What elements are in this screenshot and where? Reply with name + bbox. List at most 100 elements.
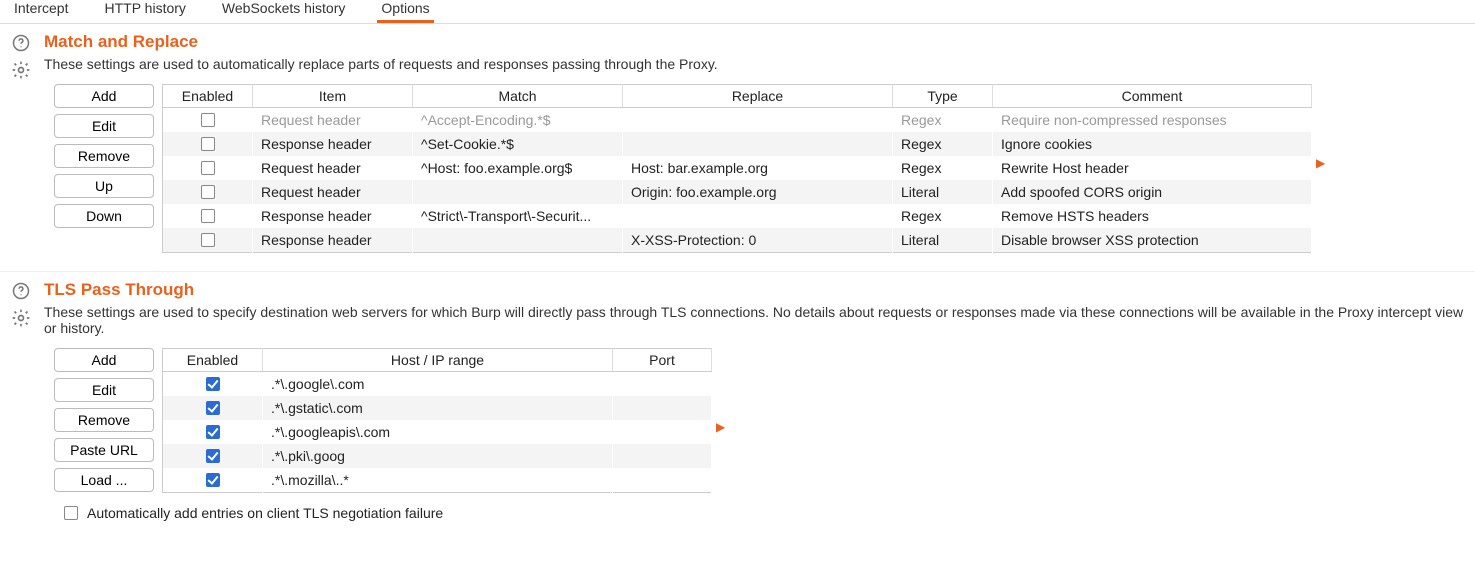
- cell-item: Request header: [253, 156, 413, 180]
- match-replace-buttons: Add Edit Remove Up Down: [54, 84, 154, 228]
- help-icon[interactable]: [12, 282, 30, 300]
- table-row[interactable]: Request header Origin: foo.example.orgLit…: [163, 180, 1312, 204]
- cell-replace: Host: bar.example.org: [623, 156, 893, 180]
- down-button[interactable]: Down: [54, 204, 154, 228]
- enabled-checkbox[interactable]: [206, 377, 220, 391]
- tab-http-history[interactable]: HTTP history: [100, 0, 189, 20]
- table-row[interactable]: .*\.google\.com: [163, 372, 712, 397]
- cell-host: .*\.googleapis\.com: [263, 420, 613, 444]
- cell-type: Regex: [893, 204, 993, 228]
- add-button[interactable]: Add: [54, 348, 154, 372]
- cell-item: Response header: [253, 132, 413, 156]
- cell-port: [613, 444, 712, 468]
- section-description: These settings are used to specify desti…: [44, 304, 1465, 336]
- enabled-checkbox[interactable]: [201, 233, 215, 247]
- enabled-checkbox[interactable]: [201, 209, 215, 223]
- col-replace[interactable]: Replace: [623, 85, 893, 108]
- cell-match: [413, 228, 623, 253]
- section-description: These settings are used to automatically…: [44, 56, 1465, 72]
- cell-item: Response header: [253, 228, 413, 253]
- cell-port: [613, 468, 712, 493]
- enabled-checkbox[interactable]: [206, 473, 220, 487]
- cell-comment: Add spoofed CORS origin: [993, 180, 1312, 204]
- edit-button[interactable]: Edit: [54, 114, 154, 138]
- table-row[interactable]: .*\.mozilla\..*: [163, 468, 712, 493]
- remove-button[interactable]: Remove: [54, 144, 154, 168]
- load-button[interactable]: Load ...: [54, 468, 154, 492]
- col-enabled[interactable]: Enabled: [163, 349, 263, 372]
- cell-host: .*\.google\.com: [263, 372, 613, 397]
- col-type[interactable]: Type: [893, 85, 993, 108]
- tab-websockets-history[interactable]: WebSockets history: [218, 0, 349, 20]
- cell-type: Regex: [893, 108, 993, 133]
- tab-options[interactable]: Options: [377, 0, 433, 23]
- section-title: Match and Replace: [44, 32, 1465, 52]
- cell-port: [613, 372, 712, 397]
- edit-button[interactable]: Edit: [54, 378, 154, 402]
- cell-host: .*\.mozilla\..*: [263, 468, 613, 493]
- table-row[interactable]: Request header^Host: foo.example.org$Hos…: [163, 156, 1312, 180]
- enabled-checkbox[interactable]: [206, 425, 220, 439]
- col-port[interactable]: Port: [613, 349, 712, 372]
- auto-add-checkbox[interactable]: [64, 506, 78, 520]
- table-row[interactable]: .*\.gstatic\.com: [163, 396, 712, 420]
- cell-type: Regex: [893, 132, 993, 156]
- tab-intercept[interactable]: Intercept: [10, 0, 72, 20]
- paste-url-button[interactable]: Paste URL: [54, 438, 154, 462]
- enabled-checkbox[interactable]: [201, 113, 215, 127]
- cell-match: ^Set-Cookie.*$: [413, 132, 623, 156]
- tls-table[interactable]: Enabled Host / IP range Port .*\.google\…: [162, 348, 712, 493]
- cell-port: [613, 396, 712, 420]
- cell-comment: Require non-compressed responses: [993, 108, 1312, 133]
- section-title: TLS Pass Through: [44, 280, 1465, 300]
- cell-host: .*\.gstatic\.com: [263, 396, 613, 420]
- auto-add-label[interactable]: Automatically add entries on client TLS …: [87, 505, 443, 521]
- remove-button[interactable]: Remove: [54, 408, 154, 432]
- col-match[interactable]: Match: [413, 85, 623, 108]
- up-button[interactable]: Up: [54, 174, 154, 198]
- table-row[interactable]: Response header^Strict\-Transport\-Secur…: [163, 204, 1312, 228]
- cell-type: Regex: [893, 156, 993, 180]
- cell-match: ^Strict\-Transport\-Securit...: [413, 204, 623, 228]
- help-icon[interactable]: [12, 34, 30, 52]
- cell-replace: Origin: foo.example.org: [623, 180, 893, 204]
- col-item[interactable]: Item: [253, 85, 413, 108]
- enabled-checkbox[interactable]: [206, 401, 220, 415]
- cell-item: Response header: [253, 204, 413, 228]
- match-replace-table[interactable]: Enabled Item Match Replace Type Comment …: [162, 84, 1312, 253]
- gear-icon[interactable]: [11, 60, 31, 80]
- col-host[interactable]: Host / IP range: [263, 349, 613, 372]
- table-row[interactable]: Request header^Accept-Encoding.*$RegexRe…: [163, 108, 1312, 133]
- col-comment[interactable]: Comment: [993, 85, 1312, 108]
- table-row[interactable]: .*\.googleapis\.com: [163, 420, 712, 444]
- cell-match: [413, 180, 623, 204]
- proxy-sub-tabs: Intercept HTTP history WebSockets histor…: [0, 0, 1475, 24]
- cell-host: .*\.pki\.goog: [263, 444, 613, 468]
- scroll-right-icon[interactable]: ▶: [1316, 156, 1325, 170]
- cell-comment: Disable browser XSS protection: [993, 228, 1312, 253]
- cell-match: ^Host: foo.example.org$: [413, 156, 623, 180]
- col-enabled[interactable]: Enabled: [163, 85, 253, 108]
- cell-match: ^Accept-Encoding.*$: [413, 108, 623, 133]
- cell-port: [613, 420, 712, 444]
- add-button[interactable]: Add: [54, 84, 154, 108]
- table-row[interactable]: .*\.pki\.goog: [163, 444, 712, 468]
- cell-type: Literal: [893, 228, 993, 253]
- cell-replace: [623, 108, 893, 133]
- enabled-checkbox[interactable]: [201, 185, 215, 199]
- enabled-checkbox[interactable]: [201, 161, 215, 175]
- cell-type: Literal: [893, 180, 993, 204]
- cell-item: Request header: [253, 180, 413, 204]
- section-match-and-replace: Match and Replace These settings are use…: [0, 24, 1475, 265]
- table-row[interactable]: Response header^Set-Cookie.*$ RegexIgnore…: [163, 132, 1312, 156]
- gear-icon[interactable]: [11, 308, 31, 328]
- cell-comment: Remove HSTS headers: [993, 204, 1312, 228]
- enabled-checkbox[interactable]: [201, 137, 215, 151]
- cell-comment: Rewrite Host header: [993, 156, 1312, 180]
- cell-replace: X-XSS-Protection: 0: [623, 228, 893, 253]
- scroll-right-icon[interactable]: ▶: [716, 420, 725, 434]
- table-row[interactable]: Response header X-XSS-Protection: 0Litera…: [163, 228, 1312, 253]
- enabled-checkbox[interactable]: [206, 449, 220, 463]
- cell-replace: [623, 204, 893, 228]
- cell-comment: Ignore cookies: [993, 132, 1312, 156]
